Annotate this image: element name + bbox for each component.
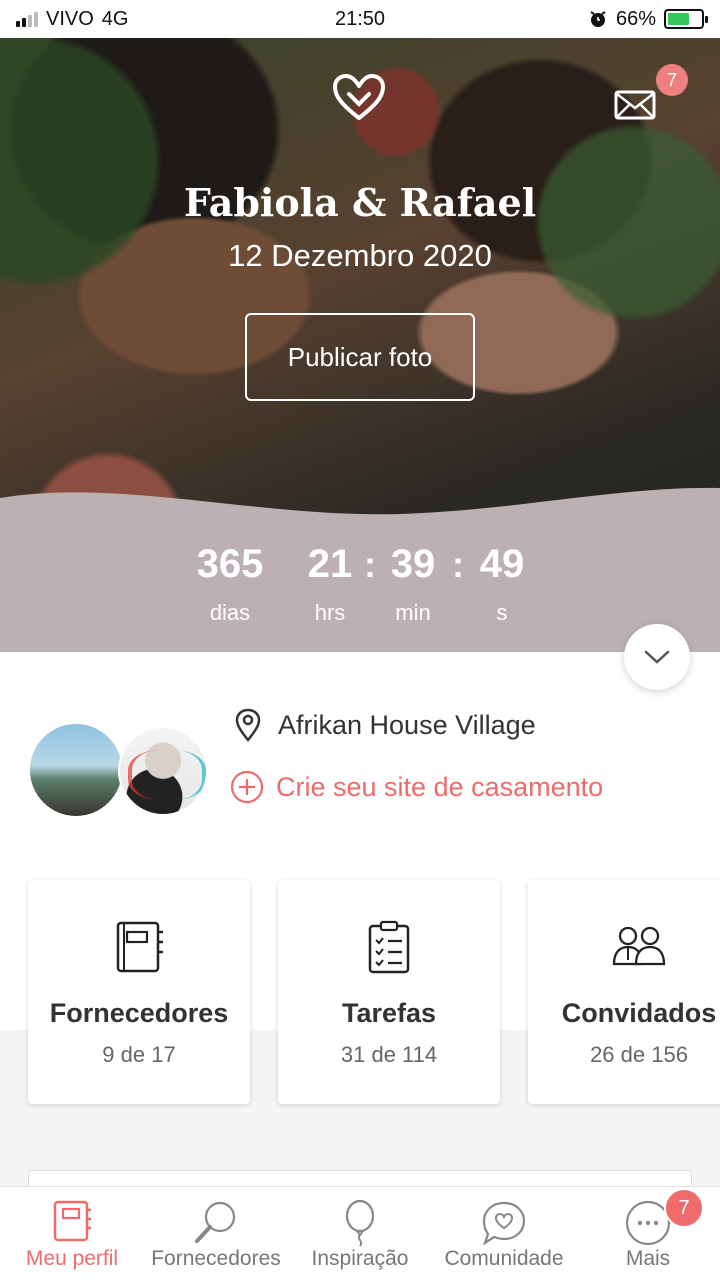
status-bar: VIVO 4G 21:50 66% bbox=[0, 0, 720, 38]
card-fornecedores[interactable]: Fornecedores 9 de 17 bbox=[28, 880, 250, 1104]
notebook-icon bbox=[116, 921, 163, 973]
status-left: VIVO 4G bbox=[16, 8, 128, 31]
venue-row: Afrikan House Village bbox=[234, 708, 536, 742]
plus-circle-icon bbox=[230, 770, 264, 804]
venue-name: Afrikan House Village bbox=[278, 709, 536, 740]
battery-percent: 66% bbox=[615, 7, 656, 30]
location-pin-icon bbox=[235, 708, 261, 742]
countdown-hours-label: hrs bbox=[314, 600, 346, 625]
countdown-band: 365 dias 21 hrs : 39 min : 49 s bbox=[0, 520, 720, 652]
balloon-icon bbox=[345, 1199, 375, 1247]
status-right: 66% bbox=[588, 7, 708, 31]
more-badge: 7 bbox=[664, 1188, 704, 1228]
nav-label: Comunidade bbox=[444, 1247, 564, 1270]
card-title: Fornecedores bbox=[49, 998, 229, 1028]
battery-fill bbox=[668, 13, 690, 25]
nav-item-fornecedores[interactable]: Fornecedores bbox=[146, 1195, 286, 1279]
signal-icon bbox=[16, 11, 38, 27]
nav-item-meu-perfil[interactable]: Meu perfil bbox=[2, 1195, 142, 1279]
card-tarefas[interactable]: Tarefas 31 de 114 bbox=[278, 880, 500, 1104]
expand-button[interactable] bbox=[624, 624, 690, 690]
nav-label: Inspiração bbox=[311, 1247, 409, 1270]
card-title: Convidados bbox=[561, 998, 717, 1028]
alarm-icon bbox=[590, 11, 606, 27]
nav-label: Mais bbox=[625, 1247, 671, 1270]
countdown-separator: : bbox=[364, 544, 376, 585]
search-icon bbox=[195, 1201, 236, 1243]
battery-icon bbox=[664, 9, 708, 29]
checklist-icon bbox=[368, 920, 410, 974]
heart-logo-icon bbox=[333, 74, 385, 120]
mail-icon[interactable] bbox=[614, 86, 658, 122]
nav-label: Meu perfil bbox=[25, 1247, 119, 1270]
card-title: Tarefas bbox=[341, 998, 437, 1028]
notebook-icon bbox=[53, 1200, 91, 1242]
wedding-date: 12 Dezembro 2020 bbox=[228, 238, 492, 273]
nav-label: Fornecedores bbox=[151, 1247, 281, 1270]
publish-photo-button[interactable]: Publicar foto bbox=[245, 313, 475, 401]
carrier-label: VIVO bbox=[46, 7, 94, 30]
countdown-seconds-label: s bbox=[496, 600, 508, 625]
create-site-label: Crie seu site de casamento bbox=[276, 771, 604, 802]
nav-item-comunidade[interactable]: Comunidade bbox=[434, 1195, 574, 1279]
card-count: 26 de 156 bbox=[590, 1042, 688, 1067]
bottom-nav: Meu perfil Fornecedores Inspiração Comun… bbox=[0, 1186, 720, 1280]
countdown-seconds: 49 bbox=[479, 542, 525, 586]
card-count: 9 de 17 bbox=[102, 1042, 176, 1067]
couple-names: Fabiola & Rafael bbox=[183, 180, 537, 225]
countdown-minutes: 39 bbox=[390, 542, 436, 586]
countdown-minutes-label: min bbox=[395, 600, 431, 625]
chevron-down-icon bbox=[644, 650, 670, 664]
countdown-separator: : bbox=[452, 544, 464, 585]
network-label: 4G bbox=[101, 7, 129, 30]
countdown-days-label: dias bbox=[209, 600, 251, 625]
create-site-link[interactable]: Crie seu site de casamento bbox=[230, 770, 603, 804]
mail-badge: 7 bbox=[656, 64, 688, 96]
card-count: 31 de 114 bbox=[340, 1042, 438, 1067]
guests-icon bbox=[612, 926, 666, 966]
avatar-groom[interactable] bbox=[118, 726, 208, 816]
card-convidados[interactable]: Convidados 26 de 156 bbox=[528, 880, 720, 1104]
avatar-bride[interactable] bbox=[28, 722, 124, 818]
countdown-hours: 21 bbox=[307, 542, 353, 586]
chat-heart-icon bbox=[482, 1201, 526, 1246]
countdown-days: 365 bbox=[196, 542, 264, 586]
nav-item-inspiracao[interactable]: Inspiração bbox=[290, 1195, 430, 1279]
